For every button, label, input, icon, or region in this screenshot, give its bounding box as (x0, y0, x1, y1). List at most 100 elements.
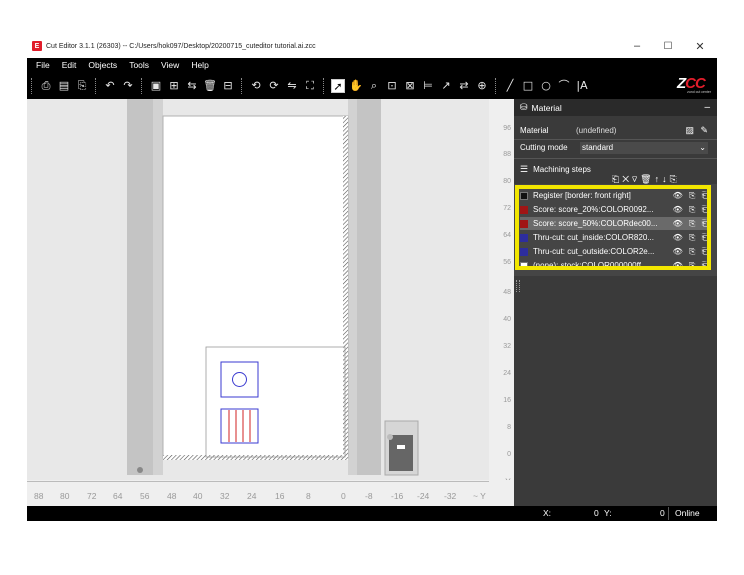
open-file-icon[interactable]: ⎙ (39, 79, 53, 93)
transform-icon[interactable]: ⛶ (303, 79, 317, 93)
ruler-label: 56 (503, 259, 511, 266)
delete-step-icon[interactable]: 🗑 (640, 174, 654, 184)
menu-objects[interactable]: Objects (88, 60, 117, 70)
side-panel: ⛁ Material – Material (undefined) ▨ ✎ Cu… (514, 99, 717, 506)
cutting-mode-value: standard (582, 142, 614, 152)
menu-edit[interactable]: Edit (62, 60, 77, 70)
copy-step-icon[interactable]: ⎘ (670, 174, 680, 184)
ruler-label: 48 (503, 289, 511, 296)
arc-tool-icon[interactable]: ⌒ (557, 79, 571, 93)
ruler-label: 88 (34, 491, 44, 501)
machining-step[interactable]: (none): stock:COLOR000000ff 👁 ⎘ ⎗ (520, 259, 710, 272)
toolbar-separator (495, 77, 497, 94)
machining-step[interactable]: Thru-cut: cut_outside:COLOR2e... 👁 ⎘ ⎗ (520, 245, 710, 258)
remove-step-icon[interactable]: ✕ (622, 174, 632, 184)
nest-icon[interactable]: ⊕ (475, 79, 489, 93)
move-down-icon[interactable]: ↓ (662, 174, 670, 184)
ruler-label: 32 (220, 491, 230, 501)
ruler-label: 0 (507, 451, 511, 458)
material-library-icon[interactable]: ▨ (685, 125, 694, 136)
chevron-down-icon: ⌄ (699, 142, 706, 152)
ruler-label: 72 (87, 491, 97, 501)
mirror-icon[interactable]: ⇋ (285, 79, 299, 93)
title-bar: E Cut Editor 3.1.1 (26303) -- C:/Users/h… (27, 34, 717, 58)
step-label: Score: score_50%:COLORdec00... (533, 219, 658, 228)
zoom-fit-icon[interactable]: ⊡ (385, 79, 399, 93)
text-tool-icon[interactable]: |A (575, 79, 589, 93)
select-tool-icon[interactable]: ➚ (331, 78, 345, 93)
drawing-canvas[interactable]: 96 88 80 72 64 56 48 40 32 24 16 8 0 X 8… (27, 99, 514, 506)
resize-handle[interactable] (516, 280, 520, 292)
pan-tool-icon[interactable]: ✋ (349, 79, 363, 93)
edit-material-icon[interactable]: ✎ (700, 125, 708, 136)
ungroup-icon[interactable]: ⊞ (167, 79, 181, 93)
rectangle-tool-icon[interactable]: □ (521, 79, 535, 93)
toolbar: ⎙ ▤ ⎘ ↶ ↷ ▣ ⊞ ⇆ 🗑 ⊟ ⟲ ⟳ ⇋ ⛶ ➚ ✋ ⌕ ⊡ ⊠ ⊨ … (27, 72, 717, 99)
menu-view[interactable]: View (161, 60, 179, 70)
ruler-label: 64 (113, 491, 123, 501)
close-button[interactable]: ✕ (685, 34, 715, 58)
x-coord-value: 0 (594, 508, 599, 518)
step-actions-icons[interactable]: 👁 ⎘ ⎗ (673, 205, 710, 215)
ruler-label: -8 (365, 491, 373, 501)
app-window: E Cut Editor 3.1.1 (26303) -- C:/Users/h… (27, 34, 717, 521)
ruler-axis-label: ~ Y (473, 491, 486, 501)
minimize-button[interactable]: – (622, 34, 652, 58)
rotate-left-icon[interactable]: ⟲ (249, 79, 263, 93)
toolbar-grip (31, 77, 33, 94)
machining-step[interactable]: Score: score_20%:COLOR0092... 👁 ⎘ ⎗ (520, 203, 710, 216)
group-icon[interactable]: ▣ (149, 79, 163, 93)
cutting-mode-select[interactable]: standard ⌄ (580, 141, 708, 154)
direction-icon[interactable]: ↗ (439, 79, 453, 93)
line-tool-icon[interactable]: ╱ (503, 79, 517, 93)
ruler-label: -32 (444, 491, 457, 501)
step-label: Thru-cut: cut_inside:COLOR820... (533, 233, 654, 242)
step-label: (none): stock:COLOR000000ff (533, 261, 641, 270)
sheet-bottom-hatch (163, 455, 348, 460)
ruler-label: 24 (247, 491, 257, 501)
step-actions-icons[interactable]: 👁 ⎘ ⎗ (673, 233, 710, 243)
step-actions-icons[interactable]: 👁 ⎘ ⎗ (673, 219, 710, 229)
step-actions-icons[interactable]: 👁 ⎘ ⎗ (673, 247, 710, 257)
align-icon[interactable]: ⇆ (185, 79, 199, 93)
ruler-label: 80 (60, 491, 70, 501)
machining-step[interactable]: Thru-cut: cut_inside:COLOR820... 👁 ⎘ ⎗ (520, 231, 710, 244)
step-label: Register [border: front right] (533, 191, 631, 200)
ellipse-tool-icon[interactable]: ○ (539, 79, 553, 93)
step-label: Thru-cut: cut_outside:COLOR2e... (533, 247, 655, 256)
material-label: Material (520, 126, 549, 135)
list-icon: ☰ (520, 163, 529, 174)
properties-icon[interactable]: ⊟ (221, 79, 235, 93)
menu-tools[interactable]: Tools (129, 60, 149, 70)
zcc-logo: ZCC zund cut center (677, 75, 711, 94)
move-up-icon[interactable]: ↑ (655, 174, 663, 184)
collapse-panel-button[interactable]: – (704, 102, 710, 113)
machining-step-selected[interactable]: Score: score_50%:COLORdec00... 👁 ⎘ ⎗ (520, 217, 710, 230)
delete-icon[interactable]: 🗑 (203, 79, 217, 93)
menu-file[interactable]: File (36, 60, 50, 70)
machining-step[interactable]: Register [border: front right] 👁 ⎘ ⎗ (520, 189, 710, 202)
toolbar-separator (323, 77, 325, 94)
maximize-button[interactable]: ☐ (653, 34, 683, 58)
menu-help[interactable]: Help (191, 60, 208, 70)
redo-icon[interactable]: ↷ (121, 79, 135, 93)
measure-icon[interactable]: ⊨ (421, 79, 435, 93)
step-actions-icons[interactable]: 👁 ⎘ ⎗ (673, 261, 710, 271)
material-value[interactable]: (undefined) (576, 126, 616, 135)
ruler-label: 88 (503, 151, 511, 158)
reverse-icon[interactable]: ⇄ (457, 79, 471, 93)
zoom-tool-icon[interactable]: ⌕ (367, 79, 381, 93)
ruler-label: -16 (391, 491, 404, 501)
filter-icon[interactable]: ⊽ (632, 174, 640, 184)
zoom-page-icon[interactable]: ⊠ (403, 79, 417, 93)
undo-icon[interactable]: ↶ (103, 79, 117, 93)
register-marker (387, 434, 393, 440)
y-coord-value: 0 (660, 508, 665, 518)
ruler-label: 8 (507, 424, 511, 431)
save-icon[interactable]: ▤ (57, 79, 71, 93)
add-step-icon[interactable]: ⎗ (612, 174, 622, 184)
export-icon[interactable]: ⎘ (75, 79, 89, 93)
step-actions-icons[interactable]: 👁 ⎘ ⎗ (673, 191, 710, 201)
color-swatch (520, 233, 528, 242)
rotate-right-icon[interactable]: ⟳ (267, 79, 281, 93)
